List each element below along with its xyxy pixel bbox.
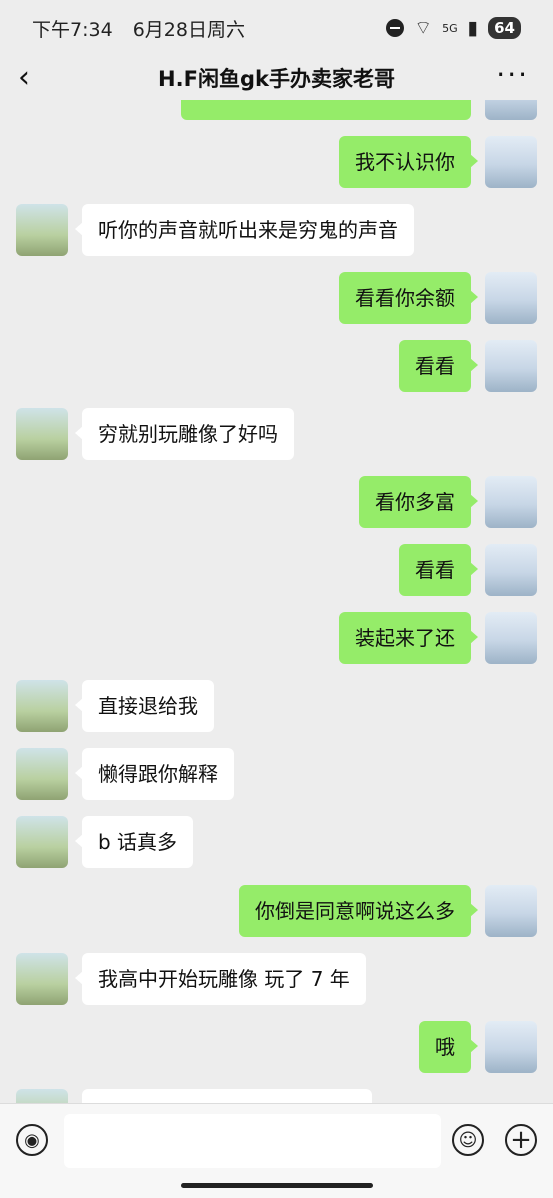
network-label: 5G xyxy=(442,21,458,35)
chat-title: H.F闲鱼gk手办卖家老哥 xyxy=(158,67,395,91)
message-bubble[interactable] xyxy=(82,1089,372,1103)
status-left: 下午7:34 6月28日周六 xyxy=(32,15,259,42)
message-bubble[interactable]: 我高中开始玩雕像 玩了 7 年 xyxy=(75,953,366,1005)
contact-avatar[interactable] xyxy=(16,680,68,732)
more-options-button[interactable]: ··· xyxy=(496,58,529,91)
self-avatar[interactable] xyxy=(485,340,537,392)
emoji-icon[interactable]: ☺ xyxy=(452,1124,484,1156)
battery-indicator: 64 xyxy=(488,17,521,39)
status-date: 6月28日周六 xyxy=(132,18,245,41)
contact-avatar[interactable] xyxy=(16,1089,68,1103)
message-bubble[interactable]: 懒得跟你解释 xyxy=(75,748,234,800)
self-avatar[interactable] xyxy=(485,476,537,528)
message-bubble[interactable]: 我不认识你 xyxy=(339,136,478,188)
back-arrow-icon[interactable]: ‹ xyxy=(18,60,30,95)
status-bar: 下午7:34 6月28日周六 ⌔ 5G ▮ 64 xyxy=(0,0,553,56)
message-bubble[interactable]: 看看 xyxy=(399,544,478,596)
self-avatar[interactable] xyxy=(485,272,537,324)
self-avatar[interactable] xyxy=(485,885,537,937)
chat-header: ‹ H.F闲鱼gk手办卖家老哥 ··· xyxy=(0,56,553,100)
message-bubble[interactable] xyxy=(181,100,471,120)
self-avatar[interactable] xyxy=(485,136,537,188)
status-time: 下午7:34 xyxy=(32,18,113,41)
message-bubble[interactable]: 哦 xyxy=(419,1021,478,1073)
home-indicator[interactable] xyxy=(181,1183,373,1188)
self-avatar[interactable] xyxy=(485,1021,537,1073)
do-not-disturb-icon xyxy=(386,19,405,37)
message-bubble[interactable]: 看你多富 xyxy=(359,476,478,528)
message-bubble[interactable]: b 话真多 xyxy=(74,816,194,868)
self-avatar[interactable] xyxy=(485,544,537,596)
message-bubble[interactable]: 听你的声音就听出来是穷鬼的声音 xyxy=(75,204,414,256)
signal-icon: ▮ xyxy=(467,17,479,39)
contact-avatar[interactable] xyxy=(16,748,68,800)
message-bubble[interactable]: 装起来了还 xyxy=(339,612,478,664)
self-avatar[interactable] xyxy=(485,612,537,664)
self-avatar[interactable] xyxy=(485,100,537,120)
message-bubble[interactable]: 你倒是同意啊说这么多 xyxy=(239,885,478,937)
message-bubble[interactable]: 看看 xyxy=(399,340,478,392)
message-bubble[interactable]: 直接退给我 xyxy=(75,680,214,732)
contact-avatar[interactable] xyxy=(16,204,68,256)
wifi-icon: ⌔ xyxy=(414,17,433,39)
status-right: ⌔ 5G ▮ 64 xyxy=(386,16,521,40)
plus-icon[interactable]: + xyxy=(505,1124,537,1156)
voice-icon[interactable]: ◉ xyxy=(16,1124,48,1156)
message-bubble[interactable]: 看看你余额 xyxy=(339,272,478,324)
message-input[interactable] xyxy=(64,1114,441,1168)
contact-avatar[interactable] xyxy=(16,816,68,868)
message-bubble[interactable]: 穷就别玩雕像了好吗 xyxy=(75,408,294,460)
chat-message-list[interactable]: 我不认识你 听你的声音就听出来是穷鬼的声音 看看你余额 看看 穷就别玩雕像了好吗… xyxy=(0,100,553,1103)
contact-avatar[interactable] xyxy=(16,953,68,1005)
contact-avatar[interactable] xyxy=(16,408,68,460)
